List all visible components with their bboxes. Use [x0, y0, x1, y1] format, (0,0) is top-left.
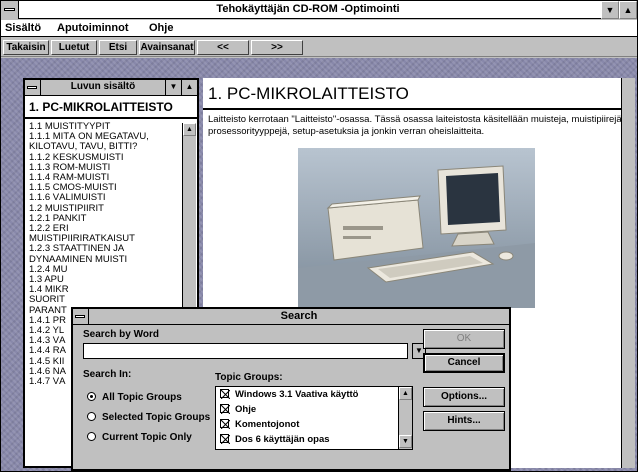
triangle-up-icon: ▲	[186, 126, 193, 133]
list-item[interactable]: MUISTIPIIRIRATKAISUT	[29, 234, 181, 244]
search-dialog: Search Search by Word ▼ Search In: All T…	[71, 307, 511, 471]
list-item[interactable]: 1.1.6 VÄLIMUISTI	[29, 193, 181, 203]
list-item[interactable]: 1.4 MIKR	[29, 285, 181, 295]
next-button[interactable]: >>	[251, 40, 303, 55]
search-word-input[interactable]	[83, 343, 408, 359]
topic-groups-label: Topic Groups:	[215, 372, 283, 383]
topic-group-item[interactable]: Windows 3.1 Vaativa käyttö	[220, 389, 358, 400]
list-item[interactable]: KILOTAVU, TAVU, BITTI?	[29, 142, 181, 152]
topic-group-label: Ohje	[235, 404, 257, 415]
contents-panel-title: Luvun sisältö	[70, 81, 136, 92]
topic-group-label: Dos 6 käyttäjän opas	[235, 434, 330, 445]
checkbox-checked-icon	[220, 434, 230, 444]
topic-groups-list: Windows 3.1 Vaativa käyttö Ohje Komentoj…	[215, 386, 413, 450]
topic-groups-scrollbar[interactable]: ▲ ▼	[398, 387, 412, 449]
contents-panel-title-bar: Luvun sisältö ▼ ▲	[25, 80, 197, 96]
radio-label: All Topic Groups	[102, 392, 182, 403]
scroll-down-button[interactable]: ▼	[399, 435, 412, 448]
keywords-button[interactable]: Avainsanat	[139, 40, 195, 55]
window-title: Tehokäyttäjän CD-ROM -Optimointi	[216, 3, 400, 15]
radio-label: Selected Topic Groups	[102, 412, 211, 423]
scroll-up-button[interactable]: ▲	[183, 123, 196, 136]
menu-aputoiminnot[interactable]: Aputoiminnot	[57, 22, 128, 34]
dash-icon	[75, 315, 85, 318]
list-item[interactable]: 1.1.4 RAM-MUISTI	[29, 173, 181, 183]
pc-hardware-photo	[298, 148, 535, 308]
hints-button[interactable]: Hints...	[423, 411, 505, 431]
triangle-up-icon: ▲	[402, 390, 409, 397]
search-by-word-label: Search by Word	[83, 329, 159, 340]
system-menu-button[interactable]	[1, 1, 19, 19]
title-bar: Tehokäyttäjän CD-ROM -Optimointi ▼ ▲	[1, 1, 637, 19]
radio-unselected-icon	[87, 412, 96, 421]
radio-unselected-icon	[87, 432, 96, 441]
dash-icon	[27, 86, 37, 89]
ok-button[interactable]: OK	[423, 329, 505, 349]
triangle-down-icon: ▼	[605, 5, 615, 15]
search-in-label: Search In:	[83, 369, 132, 380]
list-item[interactable]: 1.1.2 KESKUSMUISTI	[29, 153, 181, 163]
radio-selected-topic-groups[interactable]: Selected Topic Groups	[87, 412, 210, 423]
menu-sisalto[interactable]: Sisältö	[5, 22, 41, 34]
radio-label: Current Topic Only	[102, 432, 192, 443]
topic-scrollbar[interactable]	[621, 78, 635, 468]
list-item[interactable]: 1.1 MUISTITYYPIT	[29, 122, 181, 132]
history-button[interactable]: Luetut	[51, 40, 97, 55]
list-item[interactable]: 1.1.1 MITÄ ON MEGATAVU,	[29, 132, 181, 142]
triangle-up-icon: ▲	[185, 82, 194, 91]
triangle-down-icon: ▼	[402, 438, 409, 445]
list-item[interactable]: DYNAAMINEN MUISTI	[29, 255, 181, 265]
topic-group-label: Komentojonot	[235, 419, 300, 430]
maximize-button[interactable]: ▲	[619, 1, 637, 19]
panel-minimize-button[interactable]: ▼	[165, 80, 181, 95]
triangle-up-icon: ▲	[623, 5, 633, 15]
list-item[interactable]: 1.3 APU	[29, 275, 181, 285]
search-dialog-title: Search	[280, 310, 318, 322]
topic-group-label: Windows 3.1 Vaativa käyttö	[235, 389, 359, 400]
options-button[interactable]: Options...	[423, 387, 505, 407]
list-item[interactable]: 1.1.3 ROM-MUISTI	[29, 163, 181, 173]
topic-group-item[interactable]: Komentojonot	[220, 419, 299, 430]
minimize-button[interactable]: ▼	[601, 1, 619, 19]
search-dialog-title-bar: Search	[73, 309, 509, 325]
chevron-down-icon: ▼	[415, 346, 423, 355]
checkbox-checked-icon	[220, 419, 230, 429]
list-item[interactable]: 1.1.5 CMOS-MUISTI	[29, 183, 181, 193]
triangle-down-icon: ▼	[169, 82, 178, 91]
dash-icon	[4, 8, 15, 11]
menu-ohje[interactable]: Ohje	[149, 22, 173, 34]
checkbox-checked-icon	[220, 404, 230, 414]
divider	[25, 117, 197, 119]
panel-maximize-button[interactable]: ▲	[181, 80, 197, 95]
topic-group-item[interactable]: Ohje	[220, 404, 256, 415]
dialog-system-menu-button[interactable]	[73, 309, 89, 324]
panel-system-menu-button[interactable]	[25, 80, 41, 95]
previous-button[interactable]: <<	[197, 40, 249, 55]
list-item[interactable]: 1.2.4 MU	[29, 265, 181, 275]
radio-selected-icon	[87, 392, 96, 401]
topic-heading: 1. PC-MIKROLAITTEISTO	[208, 84, 409, 103]
menu-bar: Sisältö Aputoiminnot Ohje	[1, 20, 637, 37]
radio-all-topic-groups[interactable]: All Topic Groups	[87, 392, 182, 403]
list-item[interactable]: 1.2.3 STAATTINEN JA	[29, 244, 181, 254]
application-window: Tehokäyttäjän CD-ROM -Optimointi ▼ ▲ Sis…	[0, 0, 638, 472]
radio-current-topic-only[interactable]: Current Topic Only	[87, 432, 192, 443]
topic-body-text: Laitteisto kerrotaan "Laitteisto"-osassa…	[208, 114, 625, 137]
list-item[interactable]: SUORIT	[29, 295, 181, 305]
list-item[interactable]: 1.2 MUISTIPIIRIT	[29, 204, 181, 214]
checkbox-checked-icon	[220, 389, 230, 399]
list-item[interactable]: 1.2.1 PANKIT	[29, 214, 181, 224]
list-item[interactable]: 1.2.2 ERI	[29, 224, 181, 234]
cancel-button[interactable]: Cancel	[423, 353, 505, 373]
toolbar: Takaisin Luetut Etsi Avainsanat << >>	[1, 38, 637, 57]
topic-group-item[interactable]: Dos 6 käyttäjän opas	[220, 434, 330, 445]
back-button[interactable]: Takaisin	[3, 40, 49, 55]
search-button[interactable]: Etsi	[99, 40, 137, 55]
divider	[203, 108, 635, 110]
scroll-up-button[interactable]: ▲	[399, 387, 412, 400]
contents-heading: 1. PC-MIKROLAITTEISTO	[29, 100, 173, 114]
